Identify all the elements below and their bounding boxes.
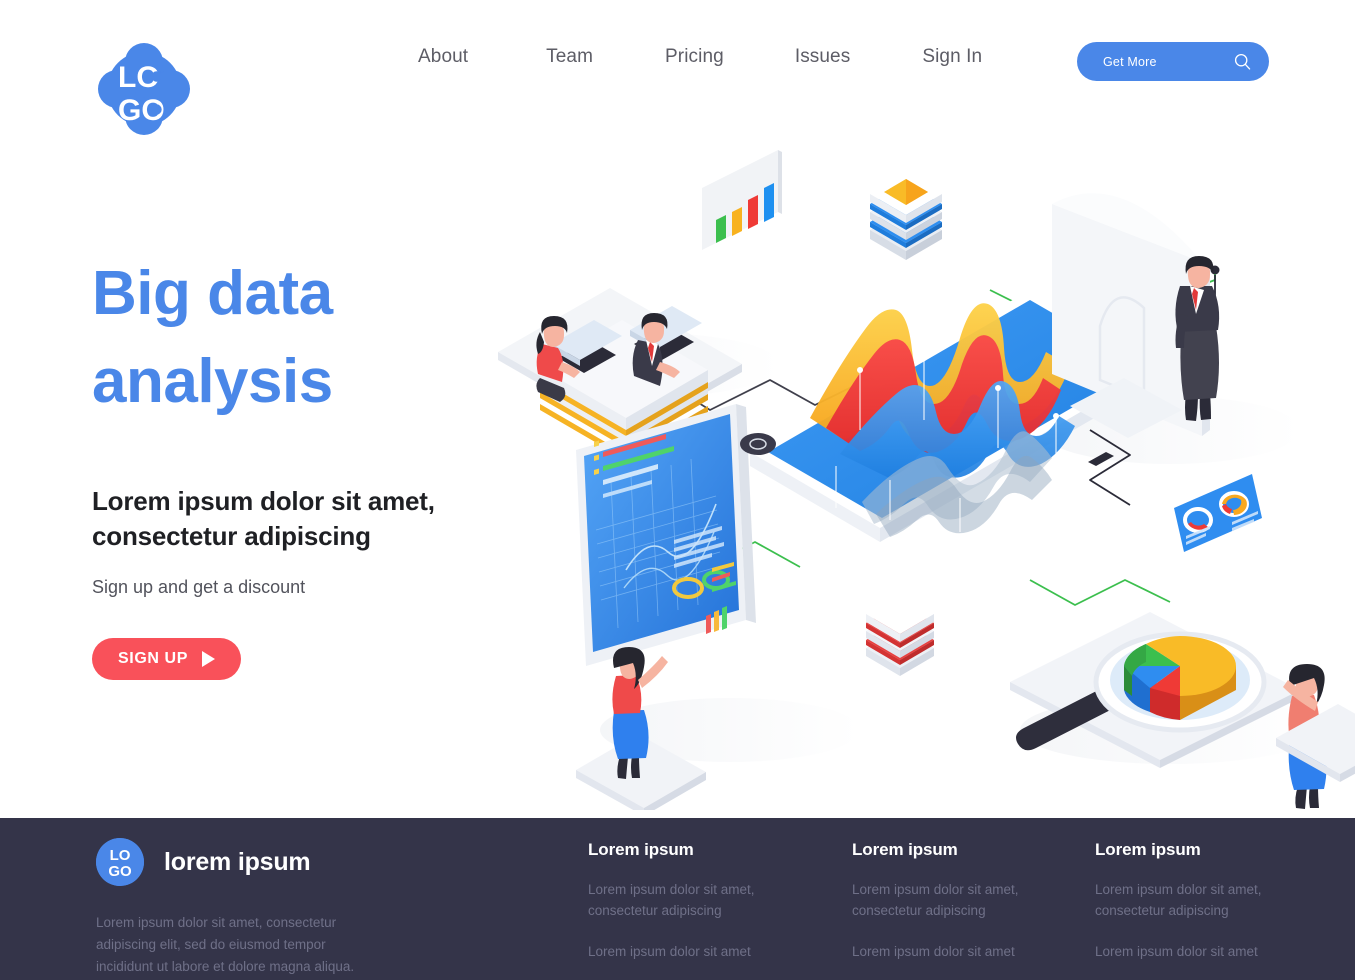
footer-logo-line-2: GO <box>108 863 132 880</box>
get-more-button[interactable]: Get More <box>1077 42 1269 81</box>
main-nav: About Team Pricing Issues Sign In <box>418 46 982 68</box>
footer-logo[interactable]: LO GO <box>96 838 144 886</box>
footer-brand: LO GO lorem ipsum Lorem ipsum dolor sit … <box>96 838 496 978</box>
footer-brand-description: Lorem ipsum dolor sit amet, consectetur … <box>96 915 355 974</box>
get-more-label: Get More <box>1103 54 1157 69</box>
footer-logo-line-1: LO <box>110 847 131 864</box>
footer-column-heading: Lorem ipsum <box>852 840 958 859</box>
footer-link[interactable]: Lorem ipsum dolor sit amet, consectetur … <box>1095 880 1280 922</box>
data-stack-red <box>866 594 934 676</box>
page-title: Big data analysis <box>92 250 522 426</box>
nav-item-team[interactable]: Team <box>546 46 593 68</box>
tablet-camera <box>740 433 776 455</box>
nav-item-pricing[interactable]: Pricing <box>665 46 724 68</box>
footer-link[interactable]: Lorem ipsum dolor sit amet <box>588 942 773 963</box>
footer-link[interactable]: Lorem ipsum dolor sit amet <box>852 942 1037 963</box>
play-icon <box>202 650 215 667</box>
hero-subtitle-line-2: consectetur adipiscing <box>92 521 371 552</box>
footer-brand-name: lorem ipsum <box>164 847 311 876</box>
nav-item-issues[interactable]: Issues <box>795 46 851 68</box>
logo-icon: LO GO <box>96 838 144 886</box>
hero-illustration <box>470 130 1355 810</box>
hero-subtitle-line-1: Lorem ipsum dolor sit amet, <box>92 486 435 517</box>
footer-link[interactable]: Lorem ipsum dolor sit amet <box>1095 942 1280 963</box>
footer-column-2: Lorem ipsum Lorem ipsum dolor sit amet, … <box>852 840 1072 963</box>
search-icon[interactable] <box>1234 53 1251 70</box>
site-header: LO GO About Team Pricing Issues Sign In … <box>0 0 1355 140</box>
big-data-isometric-illustration <box>498 150 1355 810</box>
bar-chart-panel <box>702 150 782 250</box>
header-logo[interactable]: LO GO <box>98 42 190 136</box>
data-stack-blue <box>870 173 942 260</box>
hero-title-line-1: Big data <box>92 259 333 328</box>
donut-card <box>1174 474 1262 552</box>
hero-note: Sign up and get a discount <box>92 576 306 597</box>
pie-chart-magnifier <box>1010 612 1355 809</box>
site-footer: LO GO lorem ipsum Lorem ipsum dolor sit … <box>0 818 1355 980</box>
nav-item-sign-in[interactable]: Sign In <box>922 46 982 68</box>
footer-column-heading: Lorem ipsum <box>1095 840 1201 859</box>
hero-title-line-2: analysis <box>92 347 333 417</box>
footer-column-heading: Lorem ipsum <box>588 840 694 859</box>
footer-link[interactable]: Lorem ipsum dolor sit amet, consectetur … <box>588 880 773 922</box>
nav-item-about[interactable]: About <box>418 46 468 68</box>
logo-icon: LO GO <box>98 43 190 135</box>
hero-subtitle: Lorem ipsum dolor sit amet, consectetur … <box>92 484 472 555</box>
footer-column-3: Lorem ipsum Lorem ipsum dolor sit amet, … <box>1095 840 1315 963</box>
sign-up-button[interactable]: SIGN UP <box>92 637 241 680</box>
sign-up-label: SIGN UP <box>118 649 188 667</box>
footer-link[interactable]: Lorem ipsum dolor sit amet, consectetur … <box>852 880 1037 922</box>
footer-column-1: Lorem ipsum Lorem ipsum dolor sit amet, … <box>588 840 808 963</box>
hero-section: Big data analysis Lorem ipsum dolor sit … <box>92 250 522 680</box>
